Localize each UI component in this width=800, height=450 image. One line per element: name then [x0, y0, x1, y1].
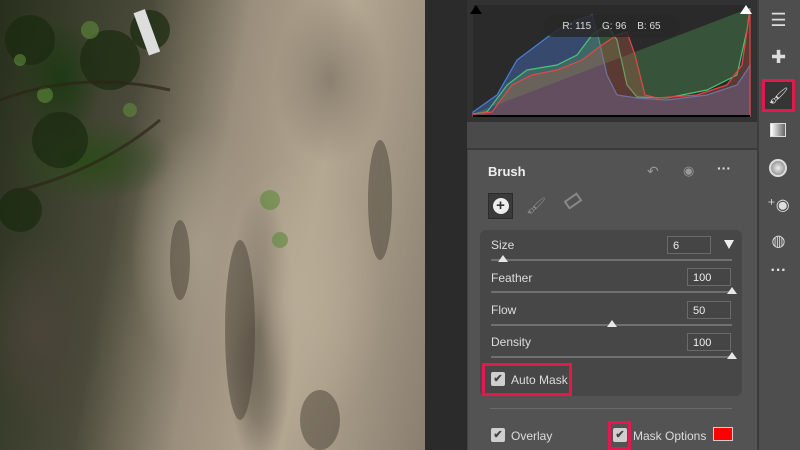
r-value: R: 115: [562, 20, 592, 32]
add-icon: +: [492, 198, 509, 214]
radial-filter-icon[interactable]: [769, 159, 787, 177]
healing-icon[interactable]: ✚: [757, 47, 800, 68]
undo-icon[interactable]: ↶: [647, 163, 659, 180]
feather-slider[interactable]: [491, 291, 732, 293]
density-slider-thumb[interactable]: [727, 352, 737, 359]
overlay-checkbox[interactable]: ✔: [491, 428, 505, 442]
size-label: Size: [491, 238, 515, 252]
density-label: Density: [491, 335, 532, 349]
brush-tool-icon: 🖌: [768, 88, 789, 105]
overlay-label: Overlay: [511, 429, 553, 443]
canvas-margin: [425, 0, 467, 450]
mask-options-checkbox[interactable]: ✔: [613, 428, 627, 442]
divider: [490, 408, 732, 409]
histogram-footer: [467, 122, 757, 150]
feather-label: Feather: [491, 271, 533, 285]
auto-mask-label: Auto Mask: [511, 373, 568, 387]
sidebar-more-icon[interactable]: ···: [757, 262, 800, 280]
eye-icon[interactable]: ◉: [683, 163, 694, 179]
density-input[interactable]: 100: [687, 333, 731, 351]
rgb-readout: R: 115 G: 96 B: 65: [543, 15, 680, 37]
graduated-filter-icon[interactable]: [770, 123, 786, 137]
size-slider-thumb[interactable]: [498, 255, 509, 262]
adjust-sliders-icon[interactable]: ☰: [757, 10, 800, 31]
density-slider[interactable]: [491, 356, 732, 358]
b-value: B: 65: [637, 20, 661, 32]
panel-title: Brush: [488, 164, 526, 179]
auto-mask-checkbox[interactable]: ✔: [491, 372, 505, 386]
size-input[interactable]: 6: [667, 236, 711, 254]
photo-texture: [0, 9, 392, 450]
photo-canvas[interactable]: [0, 0, 425, 450]
add-brush-button[interactable]: +: [488, 193, 513, 219]
flow-label: Flow: [491, 303, 517, 317]
feather-slider-thumb[interactable]: [727, 287, 737, 294]
more-icon[interactable]: ···: [717, 160, 731, 176]
flow-slider-thumb[interactable]: [606, 320, 617, 327]
presets-icon[interactable]: ◍: [757, 231, 800, 251]
flow-input[interactable]: 50: [687, 301, 731, 319]
g-value: G: 96: [601, 20, 627, 32]
size-slider[interactable]: [491, 259, 732, 261]
brush-icon[interactable]: 🖌: [526, 196, 546, 216]
mask-color-swatch[interactable]: [713, 427, 733, 441]
red-eye-icon[interactable]: ⁺◉: [757, 195, 800, 215]
size-dropdown-icon[interactable]: [724, 240, 734, 249]
feather-input[interactable]: 100: [687, 268, 731, 286]
mask-options-label: Mask Options: [633, 429, 707, 443]
